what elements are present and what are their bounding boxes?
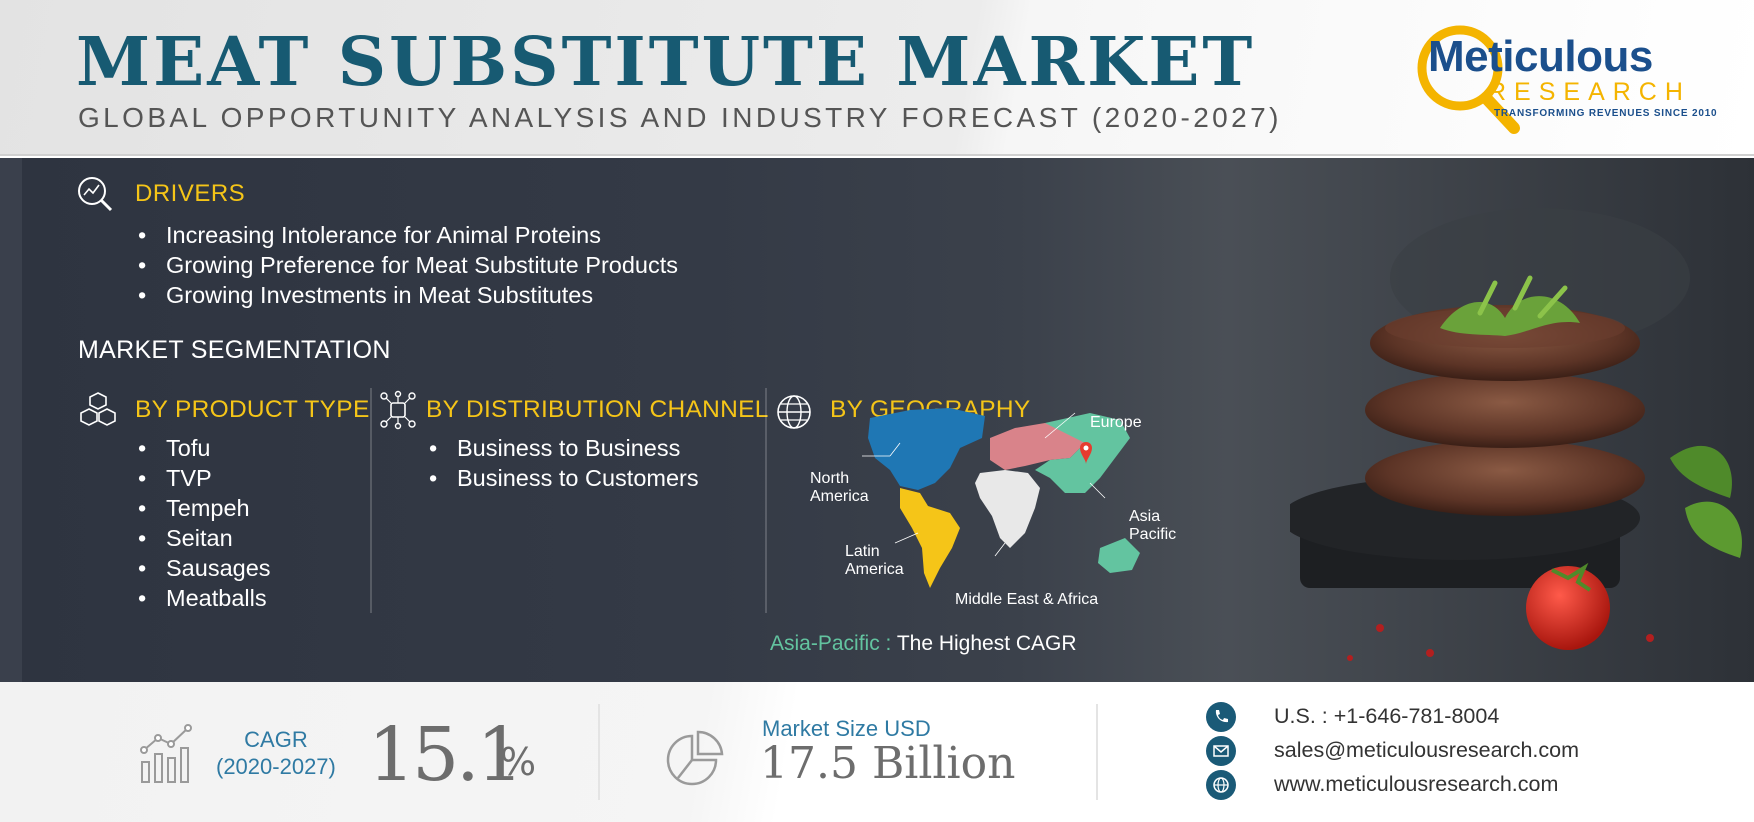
column-divider — [765, 388, 767, 613]
mea-region — [975, 470, 1040, 548]
logo-research: RESEARCH — [1488, 78, 1691, 106]
footer-divider — [1096, 704, 1098, 800]
map-label-north: North — [810, 470, 850, 487]
driver-item: Increasing Intolerance for Animal Protei… — [134, 220, 678, 250]
footer-bar: CAGR (2020-2027) 15.1 % Market Size USD … — [0, 682, 1754, 822]
distribution-heading: BY DISTRIBUTION CHANNEL — [426, 396, 769, 423]
map-label-asia-pacific: Asia Pacific — [1129, 508, 1176, 544]
driver-item: Growing Investments in Meat Substitutes — [134, 280, 678, 310]
map-label-america: America — [845, 561, 904, 578]
map-label-europe: Europe — [1090, 414, 1142, 431]
driver-item: Growing Preference for Meat Substitute P… — [134, 250, 678, 280]
website-globe-icon[interactable] — [1206, 770, 1236, 800]
email-link[interactable]: sales@meticulousresearch.com — [1274, 738, 1579, 763]
map-label-north-america: North America — [810, 470, 869, 506]
map-label-latin: Latin — [845, 543, 880, 560]
column-divider — [370, 388, 372, 613]
drivers-list: Increasing Intolerance for Animal Protei… — [134, 220, 678, 310]
highlight-text: The Highest CAGR — [891, 632, 1077, 655]
highest-cagr-note: Asia-Pacific : The Highest CAGR — [770, 632, 1077, 656]
highlight-region: Asia-Pacific : — [770, 632, 892, 655]
product-type-item: TVP — [134, 463, 271, 493]
logo-tagline: TRANSFORMING REVENUES SINCE 2010 — [1494, 108, 1718, 119]
product-type-heading: BY PRODUCT TYPE — [135, 396, 370, 423]
phone-icon[interactable] — [1206, 702, 1236, 732]
footer-divider — [598, 704, 600, 800]
panel-left-strip — [0, 158, 22, 682]
cagr-label-period: (2020-2027) — [216, 754, 336, 779]
analysis-magnifier-icon — [78, 177, 113, 212]
product-type-item: Tempeh — [134, 493, 271, 523]
growth-chart-icon — [140, 724, 192, 783]
distribution-list: Business to Business Business to Custome… — [425, 433, 699, 493]
map-label-latin-america: Latin America — [845, 543, 904, 579]
latin-america-region — [900, 488, 960, 588]
page-title: MEAT SUBSTITUTE MARKET — [76, 22, 1256, 101]
company-logo[interactable]: Meticulous RESEARCH TRANSFORMING REVENUE… — [1410, 18, 1717, 138]
cagr-unit: % — [500, 740, 537, 784]
product-type-item: Meatballs — [134, 583, 271, 613]
distribution-item: Business to Customers — [425, 463, 699, 493]
email-icon[interactable] — [1206, 736, 1236, 766]
boxes-icon — [80, 392, 116, 426]
map-label-asia: Asia — [1129, 508, 1161, 525]
website-link[interactable]: www.meticulousresearch.com — [1274, 772, 1558, 797]
network-chip-icon — [380, 390, 416, 430]
pie-chart-icon — [666, 730, 724, 786]
cagr-label: CAGR (2020-2027) — [216, 726, 336, 780]
drivers-heading: DRIVERS — [135, 180, 246, 207]
distribution-item: Business to Business — [425, 433, 699, 463]
segmentation-heading: MARKET SEGMENTATION — [78, 336, 391, 364]
market-size-value: 17.5 Billion — [760, 738, 1016, 789]
map-label-mea: Middle East & Africa — [955, 591, 1099, 608]
page-subtitle: GLOBAL OPPORTUNITY ANALYSIS AND INDUSTRY… — [78, 102, 1282, 133]
map-label-pacific: Pacific — [1129, 526, 1177, 543]
main-panel: DRIVERS Increasing Intolerance for Anima… — [0, 158, 1754, 682]
phone-number[interactable]: U.S. : +1-646-781-8004 — [1274, 704, 1499, 729]
product-type-item: Tofu — [134, 433, 271, 463]
header-banner: MEAT SUBSTITUTE MARKET GLOBAL OPPORTUNIT… — [0, 0, 1754, 156]
product-type-item: Sausages — [134, 553, 271, 583]
burger-illustration — [1290, 208, 1742, 661]
product-type-item: Seitan — [134, 523, 271, 553]
cagr-label-title: CAGR — [244, 727, 308, 752]
map-label-america: America — [810, 488, 869, 505]
product-type-list: Tofu TVP Tempeh Seitan Sausages Meatball… — [134, 433, 271, 613]
logo-name: Meticulous — [1428, 32, 1653, 81]
cagr-value: 15.1 — [368, 712, 524, 798]
north-america-region — [868, 408, 985, 490]
